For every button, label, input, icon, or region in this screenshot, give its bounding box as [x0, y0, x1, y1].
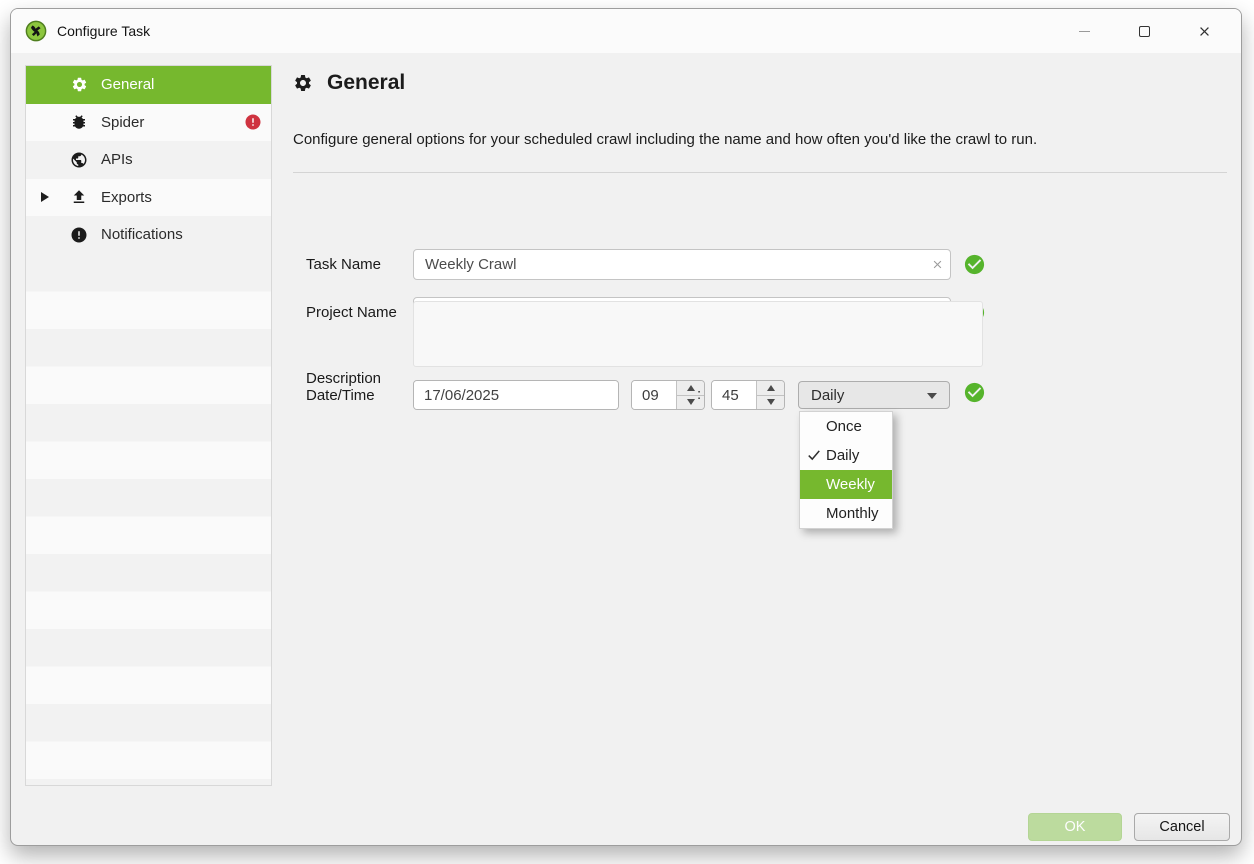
sidebar-item-apis[interactable]: APIs: [26, 141, 271, 179]
page-description: Configure general options for your sched…: [293, 131, 1215, 148]
minute-down-button[interactable]: [757, 395, 784, 410]
upload-icon: [70, 188, 88, 206]
sidebar-item-label: Notifications: [101, 226, 183, 243]
cancel-button[interactable]: Cancel: [1134, 813, 1230, 841]
spin-down-icon: [687, 399, 695, 405]
page-heading: General: [293, 71, 405, 95]
page-title: General: [327, 71, 405, 95]
spin-down-icon: [767, 399, 775, 405]
ok-button[interactable]: OK: [1028, 813, 1122, 841]
window-title: Configure Task: [57, 23, 150, 39]
date-field: [413, 380, 619, 410]
frequency-menu: Once Daily Weekly Monthly: [799, 411, 893, 529]
sidebar-item-label: APIs: [101, 151, 133, 168]
close-icon: [1197, 24, 1212, 39]
check-icon: [807, 448, 821, 462]
sidebar-empty-rows: [26, 254, 271, 786]
sidebar-item-label: Exports: [101, 189, 152, 206]
chevron-down-icon: [927, 393, 937, 399]
spin-up-icon: [687, 385, 695, 391]
minute-up-button[interactable]: [757, 381, 784, 395]
maximize-button[interactable]: [1127, 16, 1161, 46]
maximize-icon: [1139, 26, 1150, 37]
date-input[interactable]: [414, 381, 619, 409]
sidebar-item-label: General: [101, 76, 154, 93]
alert-icon: [70, 226, 88, 244]
description-label: Description: [306, 370, 381, 387]
expand-arrow-icon[interactable]: [41, 192, 49, 202]
app-icon-frog: [25, 20, 47, 42]
minimize-icon: [1079, 31, 1090, 32]
gear-icon: [293, 73, 313, 93]
sidebar-item-exports[interactable]: Exports: [26, 179, 271, 217]
menu-item-label: Once: [826, 418, 862, 435]
spider-icon: [70, 113, 88, 131]
hour-input[interactable]: [632, 381, 676, 409]
sidebar-item-notifications[interactable]: Notifications: [26, 216, 271, 254]
menu-item-monthly[interactable]: Monthly: [800, 499, 892, 528]
project-name-label: Project Name: [306, 304, 397, 321]
main-panel: General Configure general options for yo…: [281, 53, 1241, 845]
minute-input[interactable]: [712, 381, 756, 409]
minimize-button[interactable]: [1067, 16, 1101, 46]
sidebar-item-label: Spider: [101, 114, 144, 131]
task-name-label: Task Name: [306, 256, 381, 273]
globe-icon: [70, 151, 88, 169]
description-textarea[interactable]: [413, 301, 983, 367]
menu-item-label: Weekly: [826, 476, 875, 493]
menu-item-daily[interactable]: Daily: [800, 441, 892, 470]
clear-icon[interactable]: [924, 250, 950, 279]
datetime-label: Date/Time: [306, 387, 375, 404]
close-button[interactable]: [1187, 16, 1221, 46]
minute-spinner: [711, 380, 785, 410]
hour-spinner: [631, 380, 705, 410]
sidebar: General Spider APIs Exports Notification…: [25, 65, 272, 786]
valid-check-icon: [963, 381, 986, 404]
gear-icon: [70, 76, 88, 94]
frequency-selected-value: Daily: [811, 387, 844, 404]
spin-up-icon: [767, 385, 775, 391]
sidebar-item-spider[interactable]: Spider: [26, 104, 271, 142]
valid-check-icon: [963, 253, 986, 276]
menu-item-once[interactable]: Once: [800, 412, 892, 441]
menu-item-weekly[interactable]: Weekly: [800, 470, 892, 499]
frequency-dropdown[interactable]: Daily: [798, 381, 950, 409]
error-badge-icon: [244, 113, 262, 131]
menu-item-label: Monthly: [826, 505, 879, 522]
menu-item-label: Daily: [826, 447, 859, 464]
task-name-field: [413, 249, 951, 280]
sidebar-item-general[interactable]: General: [26, 66, 271, 104]
task-name-input[interactable]: [414, 256, 924, 273]
title-bar: Configure Task: [11, 9, 1241, 53]
configure-task-dialog: Configure Task General Spider APIs Expor…: [10, 8, 1242, 846]
time-separator: :: [697, 386, 701, 403]
divider: [293, 172, 1227, 173]
